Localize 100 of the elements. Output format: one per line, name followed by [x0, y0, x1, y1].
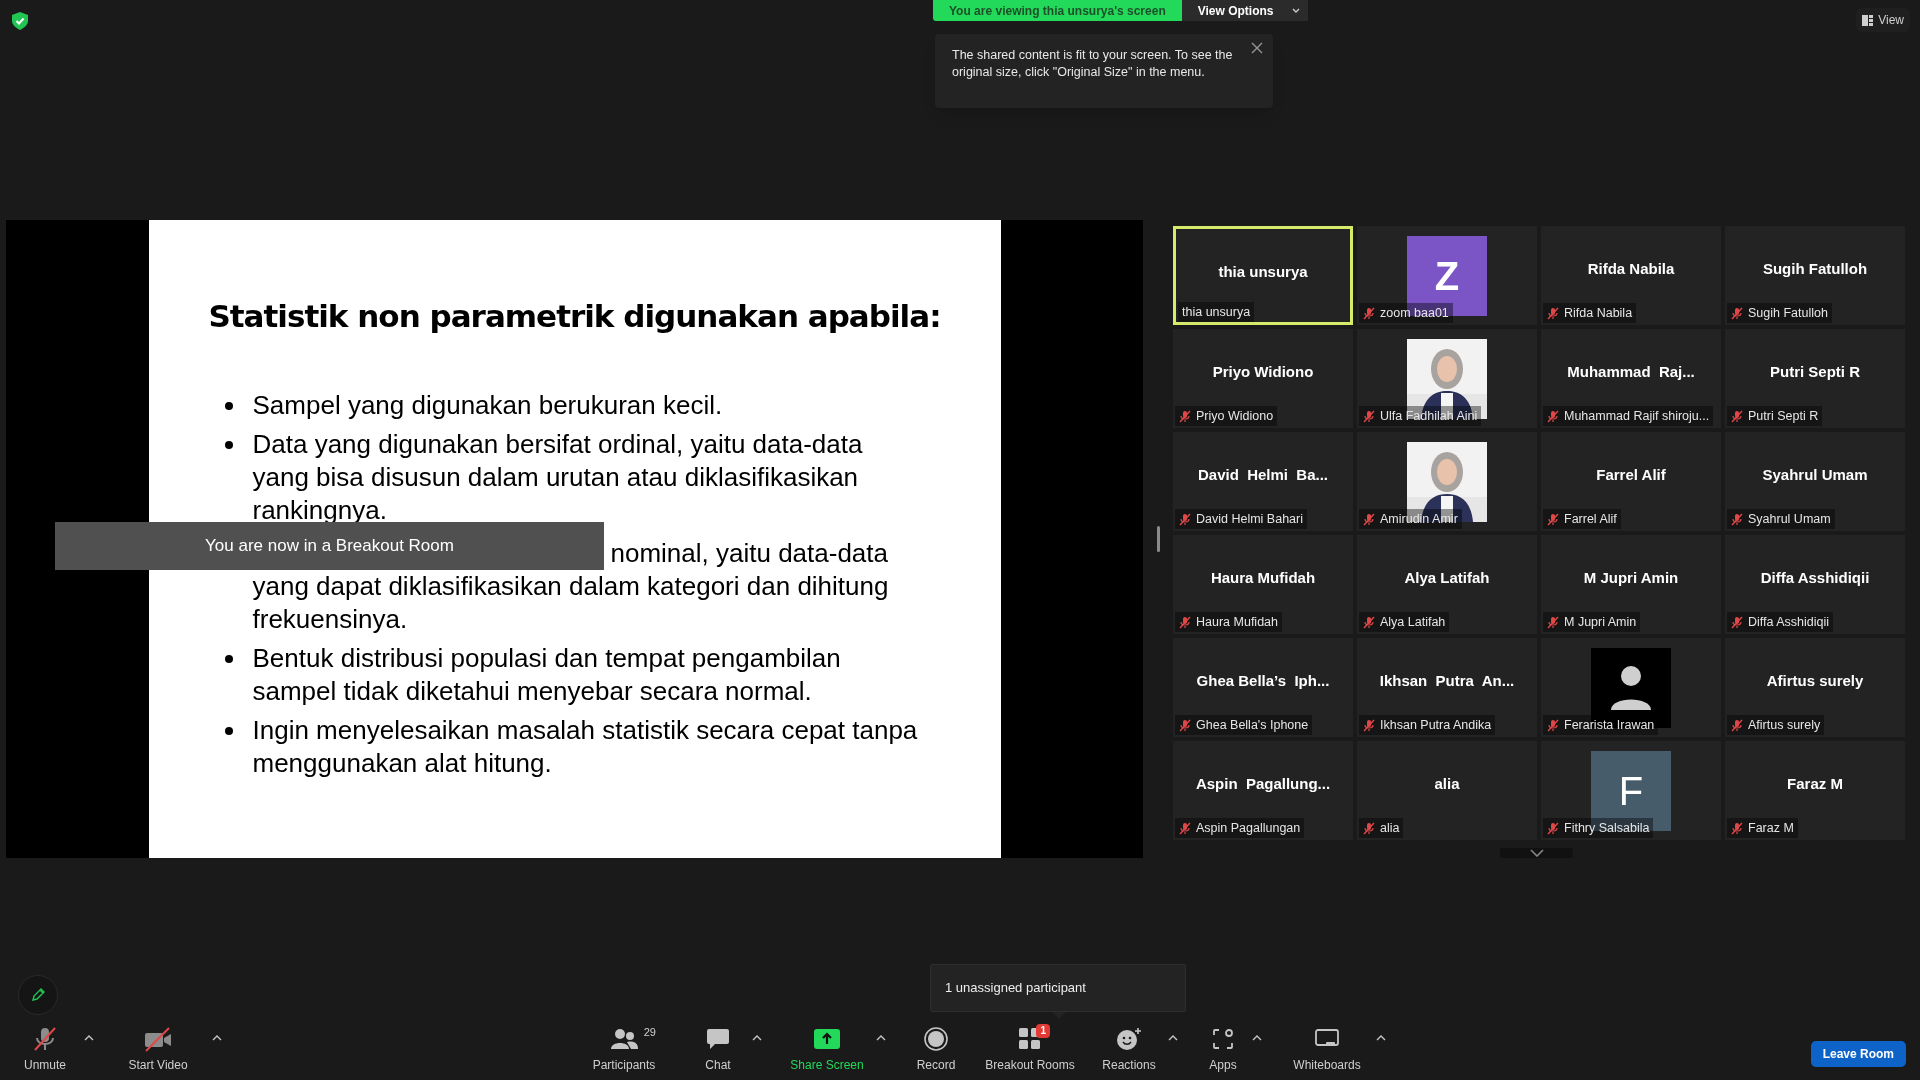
name-label: Ferarista Irawan: [1543, 715, 1659, 735]
muted-mic-icon: [1731, 718, 1743, 732]
participant-name: Syahrul Umam: [1761, 465, 1869, 485]
bullet-text: Sampel yang digunakan berukuran kecil.: [252, 389, 723, 422]
video-tile[interactable]: Putri Septi R Putri Septi R: [1725, 329, 1905, 428]
video-tile[interactable]: M Jupri Amin M Jupri Amin: [1541, 535, 1721, 634]
muted-mic-icon: [1179, 615, 1191, 629]
video-tile[interactable]: Amirudin Amir: [1357, 432, 1537, 531]
muted-mic-icon: [1179, 718, 1191, 732]
name-label: Diffa Asshidiqii: [1727, 612, 1834, 632]
notification-badge: 1: [1036, 1024, 1050, 1038]
toolbar-button[interactable]: Unmute: [10, 1026, 80, 1074]
video-tile[interactable]: Ferarista Irawan: [1541, 638, 1721, 737]
leave-room-button[interactable]: Leave Room: [1810, 1041, 1906, 1067]
toolbar-button[interactable]: 29 Participants: [574, 1026, 674, 1074]
muted-mic-icon: [1731, 821, 1743, 835]
toolbar-button[interactable]: Whiteboards: [1282, 1026, 1372, 1074]
muted-mic-icon: [1179, 821, 1191, 835]
muted-mic-icon: [1179, 512, 1191, 526]
grid-icon: [1018, 1027, 1042, 1051]
caret-up-icon[interactable]: [1168, 1034, 1180, 1042]
muted-mic-icon: [1363, 718, 1375, 732]
video-tile[interactable]: Syahrul Umam Syahrul Umam: [1725, 432, 1905, 531]
video-tile[interactable]: F Fithry Salsabila: [1541, 741, 1721, 840]
name-label: M Jupri Amin: [1543, 612, 1641, 632]
bullet-text: Ingin menyelesaikan masalah statistik secara cepat tanpa: [252, 714, 918, 747]
video-tile[interactable]: Ulfa Fadhilah Aini: [1357, 329, 1537, 428]
name-label: Faraz M: [1727, 818, 1798, 838]
caret-up-icon[interactable]: [876, 1034, 888, 1042]
muted-mic-icon: [31, 1026, 59, 1052]
muted-mic-icon: [1731, 615, 1743, 629]
caret-up-icon[interactable]: [84, 1034, 96, 1042]
participant-name: Putri Septi R: [1769, 362, 1861, 382]
video-tile[interactable]: Rifda Nabila Rifda Nabila: [1541, 226, 1721, 325]
name-label: Farrel Alif: [1543, 509, 1621, 529]
toolbar-button[interactable]: Chat: [688, 1026, 748, 1074]
video-off-icon: [143, 1026, 173, 1052]
video-tile[interactable]: Diffa Asshidiqii Diffa Asshidiqii: [1725, 535, 1905, 634]
bullet-text: frekuensinya.: [252, 603, 409, 636]
name-label: alia: [1359, 818, 1404, 838]
name-label: Putri Septi R: [1727, 406, 1823, 426]
view-options-button[interactable]: View Options: [1181, 0, 1308, 21]
participants-icon: [610, 1028, 638, 1050]
name-label: David Helmi Bahari: [1175, 509, 1307, 529]
whiteboard-icon: [1315, 1029, 1339, 1049]
muted-mic-icon: [1731, 306, 1743, 320]
video-tile[interactable]: thia unsurya thia unsurya: [1173, 226, 1353, 325]
shield-icon[interactable]: [12, 12, 28, 30]
participant-name: Alya Latifah: [1403, 568, 1491, 588]
apps-icon: [1212, 1028, 1234, 1050]
video-tile[interactable]: Alya Latifah Alya Latifah: [1357, 535, 1537, 634]
video-tile[interactable]: Aspin Pagallung... Aspin Pagallungan: [1173, 741, 1353, 840]
video-tile[interactable]: Sugih Fatulloh Sugih Fatulloh: [1725, 226, 1905, 325]
video-tile[interactable]: David Helmi Ba... David Helmi Bahari: [1173, 432, 1353, 531]
viewing-banner: You are viewing thia unsurya's screen: [933, 0, 1182, 21]
name-label: Ghea Bella's Iphone: [1175, 715, 1313, 735]
chat-icon: [706, 1028, 730, 1050]
video-tile[interactable]: Priyo Widiono Priyo Widiono: [1173, 329, 1353, 428]
bullet-text: menggunakan alat hitung.: [252, 747, 553, 780]
name-label: Aspin Pagallungan: [1175, 818, 1305, 838]
scroll-down-button[interactable]: [1500, 848, 1573, 858]
pencil-button[interactable]: [18, 975, 58, 1015]
muted-mic-icon: [1363, 615, 1375, 629]
video-tile[interactable]: Faraz M Faraz M: [1725, 741, 1905, 840]
view-button[interactable]: View: [1856, 8, 1910, 32]
name-label: Rifda Nabila: [1543, 303, 1637, 323]
toolbar-button[interactable]: 1 Breakout Rooms: [980, 1026, 1080, 1074]
participant-name: Rifda Nabila: [1586, 259, 1676, 279]
name-label: zoom baa01: [1359, 303, 1453, 323]
participant-name: Haura Mufidah: [1209, 568, 1317, 588]
resize-handle[interactable]: [1156, 526, 1160, 552]
video-tile[interactable]: alia alia: [1357, 741, 1537, 840]
muted-mic-icon: [1731, 409, 1743, 423]
caret-up-icon[interactable]: [212, 1034, 224, 1042]
video-tile[interactable]: Afirtus surely Afirtus surely: [1725, 638, 1905, 737]
chevron-down-icon: [1291, 7, 1300, 14]
name-label: Amirudin Amir: [1359, 509, 1462, 529]
caret-up-icon[interactable]: [1376, 1034, 1388, 1042]
toolbar-button[interactable]: Apps: [1198, 1026, 1248, 1074]
muted-mic-icon: [1731, 512, 1743, 526]
name-label: Priyo Widiono: [1175, 406, 1278, 426]
muted-mic-icon: [1363, 306, 1375, 320]
toolbar-button[interactable]: Reactions: [1094, 1026, 1164, 1074]
video-tile[interactable]: Haura Mufidah Haura Mufidah: [1173, 535, 1353, 634]
toolbar-button[interactable]: Start Video: [108, 1026, 208, 1074]
muted-mic-icon: [1547, 718, 1559, 732]
participant-name: alia: [1433, 774, 1461, 794]
toolbar-button[interactable]: Record: [906, 1026, 966, 1074]
video-tile[interactable]: Muhammad Raj... Muhammad Rajif shiroju...: [1541, 329, 1721, 428]
video-tile[interactable]: Ghea Bella’s Iph... Ghea Bella's Iphone: [1173, 638, 1353, 737]
close-icon[interactable]: [1251, 42, 1263, 54]
caret-up-icon[interactable]: [1252, 1034, 1264, 1042]
video-tile[interactable]: Farrel Alif Farrel Alif: [1541, 432, 1721, 531]
bullet-text: sampel tidak diketahui menyebar secara normal.: [252, 675, 813, 708]
toolbar-button[interactable]: Share Screen: [782, 1026, 872, 1074]
caret-up-icon[interactable]: [752, 1034, 764, 1042]
video-tile[interactable]: Ikhsan Putra An... Ikhsan Putra Andika: [1357, 638, 1537, 737]
participant-name: Priyo Widiono: [1211, 362, 1315, 382]
video-tile[interactable]: Z zoom baa01: [1357, 226, 1537, 325]
participant-name: Ikhsan Putra An...: [1378, 671, 1516, 691]
